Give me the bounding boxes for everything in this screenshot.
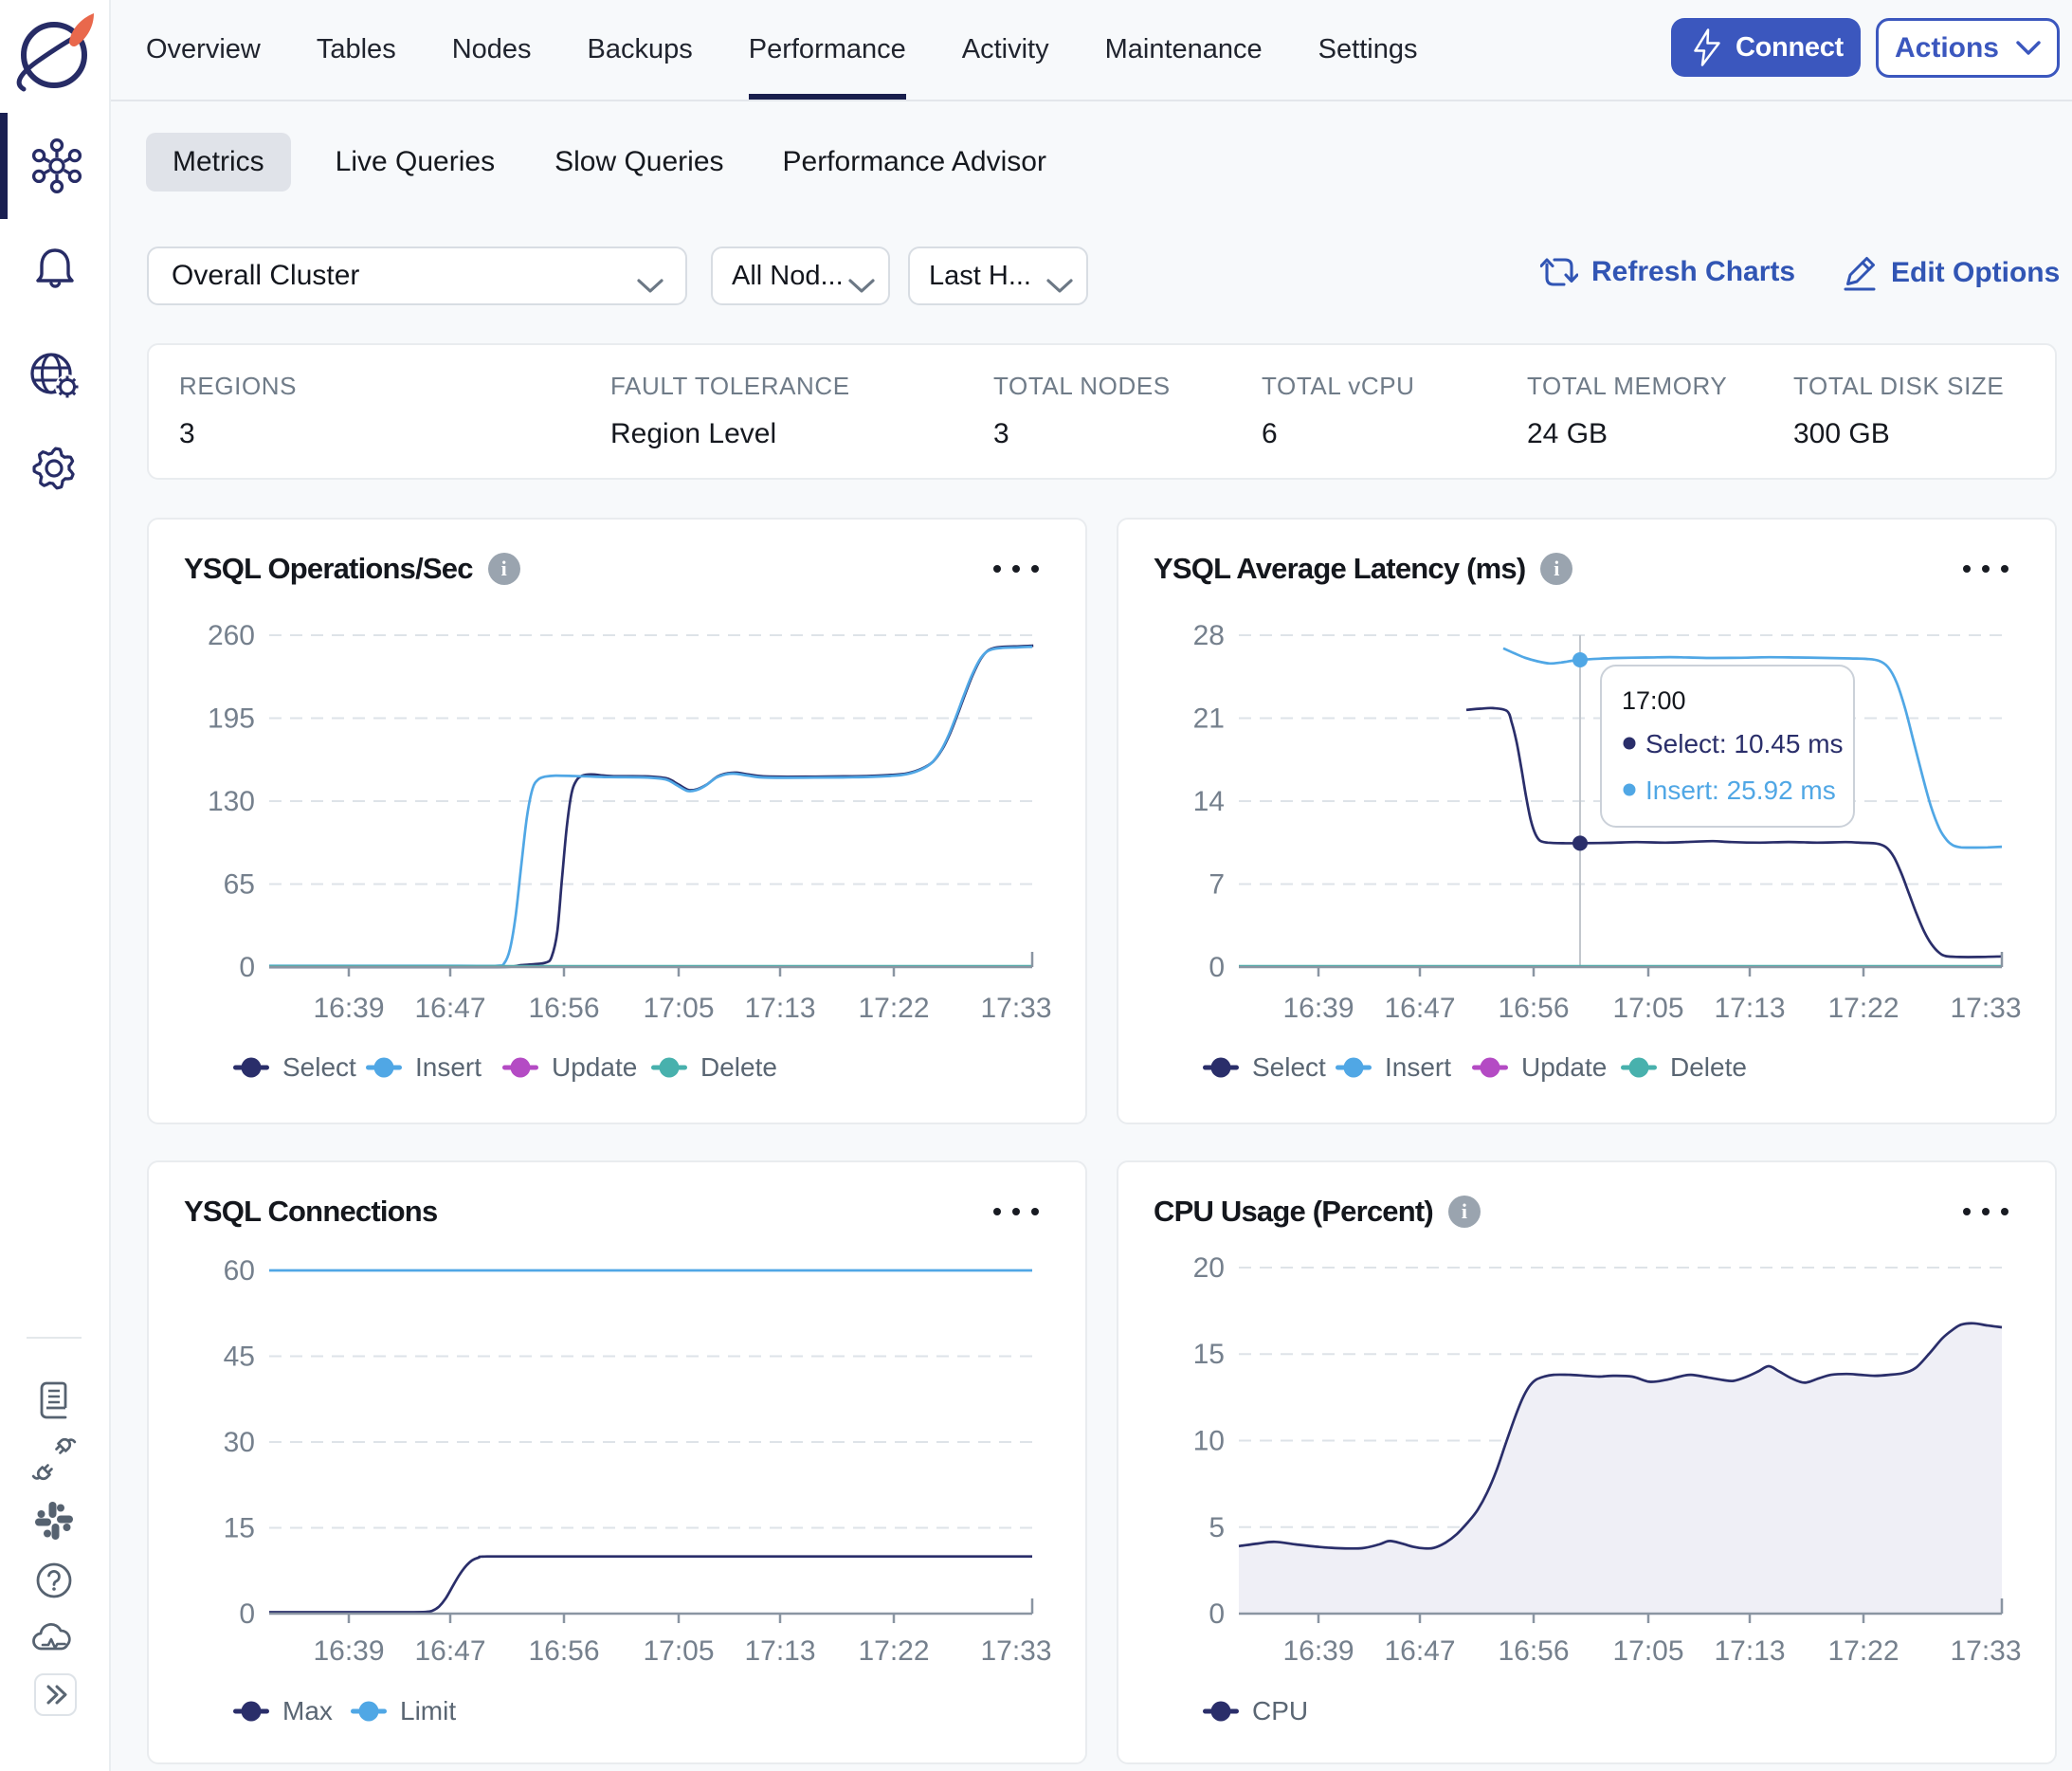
svg-text:60: 60 <box>224 1255 255 1287</box>
svg-text:16:47: 16:47 <box>414 993 485 1024</box>
svg-text:17:05: 17:05 <box>1612 993 1683 1024</box>
svg-text:17:22: 17:22 <box>1827 993 1899 1024</box>
svg-text:16:56: 16:56 <box>528 993 599 1024</box>
svg-text:16:47: 16:47 <box>1384 993 1455 1024</box>
svg-text:Insert: 25.92 ms: Insert: 25.92 ms <box>1645 776 1836 805</box>
svg-text:17:33: 17:33 <box>1950 1635 2021 1667</box>
svg-text:30: 30 <box>224 1427 255 1458</box>
svg-text:17:22: 17:22 <box>1827 1635 1899 1667</box>
svg-text:130: 130 <box>208 786 255 817</box>
svg-text:16:39: 16:39 <box>1282 993 1354 1024</box>
svg-text:28: 28 <box>1193 620 1225 651</box>
svg-text:0: 0 <box>239 1598 255 1630</box>
svg-text:10: 10 <box>1193 1426 1225 1457</box>
svg-text:16:56: 16:56 <box>528 1635 599 1667</box>
svg-text:17:33: 17:33 <box>980 1635 1051 1667</box>
svg-text:17:13: 17:13 <box>744 993 815 1024</box>
svg-text:17:13: 17:13 <box>1714 1635 1785 1667</box>
svg-text:65: 65 <box>224 869 255 901</box>
svg-text:14: 14 <box>1193 786 1225 817</box>
svg-text:Select: 10.45 ms: Select: 10.45 ms <box>1645 729 1844 758</box>
svg-text:45: 45 <box>224 1342 255 1373</box>
svg-text:16:47: 16:47 <box>414 1635 485 1667</box>
svg-text:17:05: 17:05 <box>1612 1635 1683 1667</box>
svg-text:17:13: 17:13 <box>744 1635 815 1667</box>
svg-text:20: 20 <box>1193 1252 1225 1284</box>
svg-text:16:56: 16:56 <box>1498 993 1569 1024</box>
svg-text:260: 260 <box>208 620 255 651</box>
svg-text:21: 21 <box>1193 703 1225 735</box>
svg-text:17:05: 17:05 <box>643 1635 714 1667</box>
svg-text:16:47: 16:47 <box>1384 1635 1455 1667</box>
svg-text:17:22: 17:22 <box>858 993 929 1024</box>
svg-text:17:22: 17:22 <box>858 1635 929 1667</box>
svg-text:0: 0 <box>1209 1598 1225 1630</box>
svg-text:17:33: 17:33 <box>980 993 1051 1024</box>
svg-text:16:39: 16:39 <box>313 993 384 1024</box>
svg-text:16:39: 16:39 <box>313 1635 384 1667</box>
svg-text:7: 7 <box>1209 869 1225 901</box>
svg-text:15: 15 <box>1193 1339 1225 1370</box>
svg-text:5: 5 <box>1209 1512 1225 1543</box>
svg-text:17:00: 17:00 <box>1622 686 1686 715</box>
svg-text:0: 0 <box>239 952 255 983</box>
svg-text:17:13: 17:13 <box>1714 993 1785 1024</box>
svg-text:17:33: 17:33 <box>1950 993 2021 1024</box>
svg-text:195: 195 <box>208 703 255 735</box>
svg-text:17:05: 17:05 <box>643 993 714 1024</box>
svg-text:15: 15 <box>224 1513 255 1544</box>
svg-text:0: 0 <box>1209 952 1225 983</box>
svg-text:16:56: 16:56 <box>1498 1635 1569 1667</box>
svg-text:16:39: 16:39 <box>1282 1635 1354 1667</box>
